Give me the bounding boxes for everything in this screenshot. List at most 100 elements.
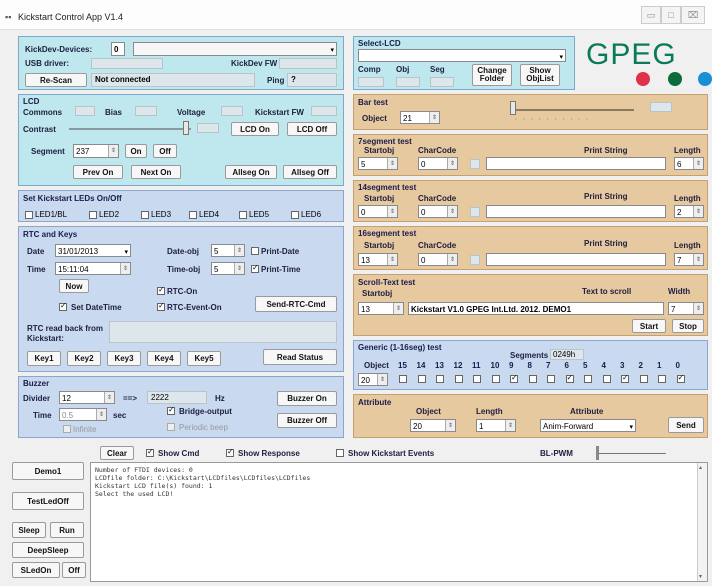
contrast-slider-track[interactable] — [69, 128, 191, 130]
device-select[interactable]: ▾ — [133, 42, 337, 56]
bl-pwm-slider-thumb[interactable] — [596, 446, 599, 460]
print-date-checkbox[interactable] — [251, 247, 259, 255]
scroll-start-button[interactable]: Start — [632, 319, 666, 333]
run-button[interactable]: Run — [50, 522, 84, 538]
seg14-print-button[interactable] — [470, 207, 480, 217]
spinner-icon[interactable]: ⇕ — [108, 145, 118, 157]
show-response-checkbox[interactable] — [226, 447, 234, 457]
segment-bit-checkbox[interactable] — [510, 373, 518, 383]
attr-object-input[interactable]: 20 ⇕ — [410, 419, 456, 432]
buzzer-on-button[interactable]: Buzzer On — [277, 391, 337, 406]
seg7-length-input[interactable]: 6 ⇕ — [674, 157, 704, 170]
prev-on-button[interactable]: Prev On — [73, 165, 123, 179]
segment-bit-checkbox[interactable] — [454, 375, 463, 383]
spinner-icon[interactable]: ⇕ — [447, 254, 457, 265]
key3-button[interactable]: Key3 — [107, 351, 141, 366]
bl-pwm-slider-track[interactable] — [596, 453, 666, 454]
lcd-on-button[interactable]: LCD On — [231, 122, 279, 136]
seg7-startobj-input[interactable]: 5 ⇕ — [358, 157, 398, 170]
led2-checkbox[interactable] — [89, 211, 97, 219]
scroll-up-icon[interactable]: ▴ — [699, 464, 702, 471]
lcd-off-button[interactable]: LCD Off — [287, 122, 337, 136]
spinner-icon[interactable]: ⇕ — [104, 392, 114, 403]
maximize-button[interactable]: □ — [661, 6, 681, 24]
segment-bit-checkbox[interactable] — [436, 375, 444, 383]
seg16-startobj-input[interactable]: 13 ⇕ — [358, 253, 398, 266]
spinner-icon[interactable]: ⇕ — [120, 263, 130, 274]
print-time-checkbox[interactable] — [251, 263, 259, 273]
time-obj-input[interactable]: 5 ⇕ — [211, 262, 245, 275]
seg7-print-string-input[interactable] — [486, 157, 666, 170]
generic-object-input[interactable]: 20 ⇕ — [358, 373, 388, 386]
buzzer-off-button[interactable]: Buzzer Off — [277, 413, 337, 428]
key4-button[interactable]: Key4 — [147, 351, 181, 366]
seg14-startobj-input[interactable]: 0 ⇕ — [358, 205, 398, 218]
now-button[interactable]: Now — [59, 279, 89, 293]
segment-bit-checkbox[interactable] — [621, 373, 629, 383]
spinner-icon[interactable]: ⇕ — [377, 374, 387, 385]
rescan-button[interactable]: Re-Scan — [25, 73, 87, 87]
seg16-length-input[interactable]: 7 ⇕ — [674, 253, 704, 266]
deepsleep-button[interactable]: DeepSleep — [12, 542, 84, 558]
allseg-on-button[interactable]: Allseg On — [225, 165, 277, 179]
segment-bit-checkbox[interactable] — [602, 375, 611, 383]
bar-slider-thumb[interactable] — [510, 101, 516, 115]
bridge-output-checkbox[interactable] — [167, 405, 175, 415]
seg16-print-button[interactable] — [470, 255, 480, 265]
contrast-slider-thumb[interactable] — [183, 121, 189, 135]
spinner-icon[interactable]: ⇕ — [693, 206, 703, 217]
allseg-off-button[interactable]: Allseg Off — [283, 165, 337, 179]
scroll-stop-button[interactable]: Stop — [672, 319, 704, 333]
spinner-icon[interactable]: ⇕ — [693, 303, 703, 314]
sled-off-button[interactable]: Off — [62, 562, 86, 578]
seg14-print-string-input[interactable] — [486, 205, 666, 218]
segment-bit-checkbox[interactable] — [584, 375, 592, 383]
segment-bit-checkbox[interactable] — [417, 375, 426, 383]
segment-off-button[interactable]: Off — [153, 144, 177, 158]
segment-bit-checkbox[interactable] — [658, 375, 666, 383]
send-rtc-cmd-button[interactable]: Send-RTC-Cmd — [255, 296, 337, 312]
date-obj-input[interactable]: 5 ⇕ — [211, 244, 245, 257]
key1-button[interactable]: Key1 — [27, 351, 61, 366]
segment-bit-checkbox[interactable] — [473, 375, 481, 383]
attribute-select[interactable]: Anim-Forward ▾ — [540, 419, 636, 432]
scroll-startobj-input[interactable]: 13 ⇕ — [358, 302, 404, 315]
led6-checkbox[interactable] — [291, 211, 299, 219]
periodic-beep-checkbox[interactable] — [167, 423, 175, 431]
led5-checkbox[interactable] — [239, 211, 247, 219]
log-output[interactable]: Number of FTDI devices: 0 LCDfile folder… — [90, 462, 708, 582]
segment-bit-checkbox[interactable] — [399, 375, 407, 383]
key5-button[interactable]: Key5 — [187, 351, 221, 366]
spinner-icon[interactable]: ⇕ — [447, 206, 457, 217]
rtc-event-on-checkbox[interactable] — [157, 301, 165, 311]
scroll-down-icon[interactable]: ▾ — [699, 573, 702, 580]
spinner-icon[interactable]: ⇕ — [393, 303, 403, 314]
spinner-icon[interactable]: ⇕ — [445, 420, 455, 431]
spinner-icon[interactable]: ⇕ — [447, 158, 457, 169]
scroll-width-input[interactable]: 7 ⇕ — [668, 302, 704, 315]
attr-send-button[interactable]: Send — [668, 417, 704, 433]
show-events-checkbox[interactable] — [336, 449, 344, 457]
segment-on-button[interactable]: On — [125, 144, 147, 158]
show-cmd-checkbox[interactable] — [146, 447, 154, 457]
led1-checkbox[interactable] — [25, 211, 33, 219]
show-objlist-button[interactable]: Show ObjList — [520, 64, 560, 86]
spinner-icon[interactable]: ⇕ — [387, 254, 397, 265]
spinner-icon[interactable]: ⇕ — [387, 206, 397, 217]
infinite-checkbox[interactable] — [63, 425, 71, 433]
key2-button[interactable]: Key2 — [67, 351, 101, 366]
led4-checkbox[interactable] — [189, 211, 197, 219]
read-status-button[interactable]: Read Status — [263, 349, 337, 365]
segment-input[interactable]: 237 ⇕ — [73, 144, 119, 158]
seg14-length-input[interactable]: 2 ⇕ — [674, 205, 704, 218]
led3-checkbox[interactable] — [141, 211, 149, 219]
seg14-charcode-input[interactable]: 0 ⇕ — [418, 205, 458, 218]
segment-bit-checkbox[interactable] — [676, 373, 685, 383]
next-on-button[interactable]: Next On — [131, 165, 181, 179]
spinner-icon[interactable]: ⇕ — [429, 112, 439, 123]
spinner-icon[interactable]: ⇕ — [96, 409, 106, 420]
buzzer-time-input[interactable]: 0.5 ⇕ — [59, 408, 107, 421]
seg7-charcode-input[interactable]: 0 ⇕ — [418, 157, 458, 170]
divider-input[interactable]: 12 ⇕ — [59, 391, 115, 404]
attr-length-input[interactable]: 1 ⇕ — [476, 419, 516, 432]
